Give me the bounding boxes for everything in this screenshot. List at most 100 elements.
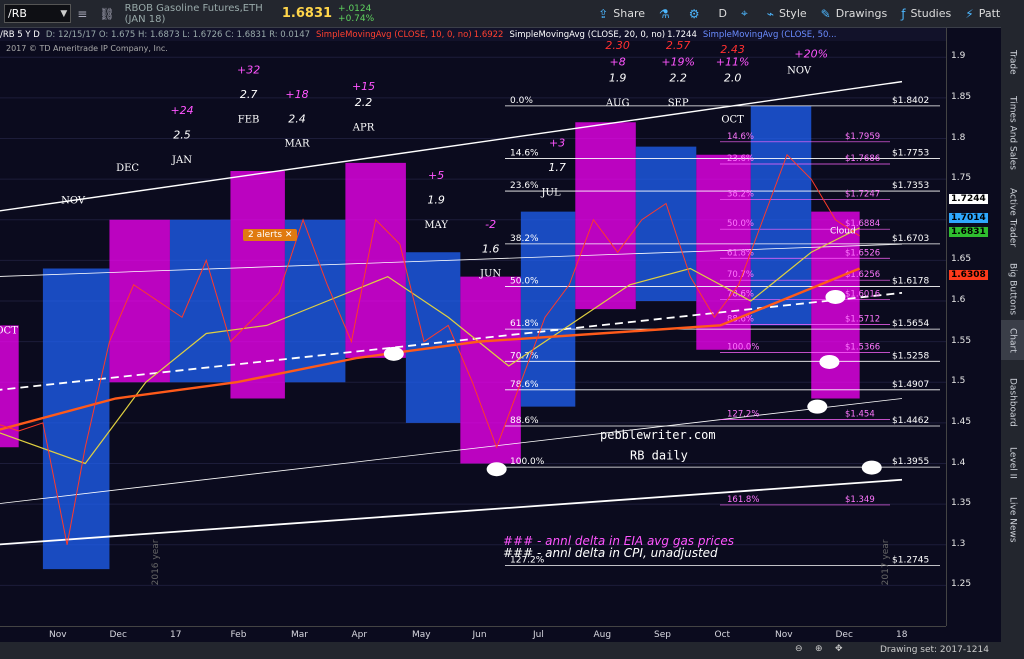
pan-icon[interactable]: ✥ bbox=[835, 644, 843, 654]
tab-level-ii[interactable]: Level II bbox=[1001, 440, 1024, 485]
x-tick-label: Aug bbox=[593, 630, 612, 640]
fib-small-price: $1.5366 bbox=[845, 343, 880, 353]
month-label: SEP bbox=[668, 98, 689, 109]
flask-button[interactable]: ⚗ bbox=[659, 7, 675, 21]
month-label: NOV bbox=[61, 196, 86, 207]
month-label: MAY bbox=[424, 220, 448, 231]
tab-times-and-sales[interactable]: Times And Sales bbox=[1001, 90, 1024, 175]
x-tick-label: Apr bbox=[351, 630, 368, 640]
y-tick-label: 1.65 bbox=[951, 254, 972, 265]
zoom-in-icon[interactable]: ⊕ bbox=[815, 644, 823, 654]
x-tick-label: Jun bbox=[472, 630, 487, 640]
fib-small-pct: 88.6% bbox=[727, 314, 754, 324]
fib-price-label: $1.7753 bbox=[892, 149, 929, 159]
tab-live-news[interactable]: Live News bbox=[1001, 490, 1024, 550]
status-bar: ⊖ ⊕ ✥ Drawing set: 2017-1214 bbox=[0, 642, 1001, 659]
period-button[interactable]: D bbox=[719, 7, 727, 20]
cpi-label: 2.7 bbox=[240, 88, 258, 101]
change-pct: +0.74% bbox=[338, 13, 375, 24]
style-icon: ⌁ bbox=[766, 6, 775, 21]
gas-delta-label: +15 bbox=[352, 80, 375, 93]
share-button[interactable]: ⇪ Share bbox=[598, 7, 645, 21]
fib-price-label: $1.6178 bbox=[892, 277, 929, 287]
drawings-button[interactable]: ✎ Drawings bbox=[821, 7, 888, 21]
fib-pct-label: 50.0% bbox=[510, 277, 539, 287]
month-label: JUN bbox=[479, 269, 501, 280]
fib-price-label: $1.6703 bbox=[892, 234, 929, 244]
gas-delta-label: -2 bbox=[485, 218, 496, 231]
y-tick-label: 1.85 bbox=[951, 91, 972, 102]
ohlc-readout: D: 12/15/17 O: 1.675 H: 1.6873 L: 1.6726… bbox=[45, 29, 311, 40]
gas-delta-label: +18 bbox=[285, 88, 308, 101]
drawing-set-label[interactable]: Drawing set: 2017-1214 bbox=[880, 645, 989, 655]
tab-big-buttons[interactable]: Big Buttons bbox=[1001, 262, 1024, 317]
zoom-out-icon[interactable]: ⊖ bbox=[795, 644, 803, 654]
fib-small-pct: 14.6% bbox=[727, 132, 754, 142]
fib-pct-label: 100.0% bbox=[510, 457, 545, 467]
x-tick-label: Feb bbox=[230, 630, 247, 640]
watermark-text: pebblewriter.com bbox=[600, 428, 716, 442]
marker-dot bbox=[383, 346, 404, 361]
gear-button[interactable]: ⚙ bbox=[689, 7, 705, 21]
gas-delta-label: +11% bbox=[716, 55, 750, 68]
gas-delta-label: +32 bbox=[237, 64, 260, 77]
tab-dashboard[interactable]: Dashboard bbox=[1001, 370, 1024, 435]
price-badge: 1.7244 bbox=[949, 193, 988, 204]
marker-dot bbox=[819, 354, 840, 369]
fib-small-price: $1.6016 bbox=[845, 290, 880, 300]
fib-small-pct: 127.2% bbox=[727, 410, 759, 420]
tab-active-trader[interactable]: Active Trader bbox=[1001, 180, 1024, 255]
marker-dot bbox=[807, 399, 828, 414]
price-axis[interactable]: 1.251.31.351.41.451.51.551.61.651.71.751… bbox=[946, 28, 1002, 626]
top-toolbar: /RB ▼ ≡ ⛓ RBOB Gasoline Futures,ETH (JAN… bbox=[0, 0, 1024, 28]
fib-price-label: $1.4907 bbox=[892, 380, 929, 390]
fib-price-label: $1.2745 bbox=[892, 555, 929, 565]
gas-delta-label: +5 bbox=[428, 169, 444, 182]
sma20-value: 1.7244 bbox=[667, 29, 697, 40]
marker-dot bbox=[486, 462, 507, 477]
fib-small-price: $1.7959 bbox=[845, 132, 880, 142]
tab-trade[interactable]: Trade bbox=[1001, 40, 1024, 85]
gas-price-label: 2.531 bbox=[796, 41, 828, 44]
x-tick-label: 17 bbox=[170, 630, 182, 640]
time-axis[interactable]: Nov Dec 17 Feb Mar Apr May Jun Jul Aug Sep Oct Nov De… bbox=[0, 626, 946, 643]
fib-pct-label: 38.2% bbox=[510, 234, 539, 244]
share-icon: ⇪ bbox=[598, 6, 609, 21]
month-label: JAN bbox=[171, 155, 192, 166]
fib-small-price: $1.349 bbox=[845, 495, 875, 505]
studies-button[interactable]: ƒ Studies bbox=[901, 7, 951, 21]
chevron-down-icon[interactable]: ▼ bbox=[60, 9, 67, 19]
fib-small-pct: 38.2% bbox=[727, 190, 754, 200]
menu-icon[interactable]: ≡ bbox=[77, 7, 87, 21]
patterns-icon: ⚡ bbox=[965, 6, 974, 21]
price-chart[interactable]: 0.0% $1.8402 14.6% $1.7753 23.6% $1.7353 38.2%… bbox=[0, 41, 946, 626]
change-value: +.0124 bbox=[338, 3, 372, 14]
cpi-label: 1.6 bbox=[482, 242, 500, 255]
fib-pct-label: 61.8% bbox=[510, 319, 539, 329]
month-box bbox=[169, 219, 231, 383]
fib-small-price: $1.5712 bbox=[845, 314, 880, 324]
tab-chart[interactable]: Chart bbox=[1001, 320, 1024, 360]
alerts-badge[interactable]: 2 alerts ✕ bbox=[243, 229, 298, 241]
fib-price-label: $1.7353 bbox=[892, 181, 929, 191]
chart-title: RB daily bbox=[630, 448, 688, 462]
gas-price-label: 2.43 bbox=[720, 43, 745, 56]
studies-icon: ƒ bbox=[901, 6, 906, 21]
chart-svg[interactable]: 0.0% $1.8402 14.6% $1.7753 23.6% $1.7353 38.2%… bbox=[0, 41, 946, 626]
month-label: FEB bbox=[238, 114, 260, 125]
x-tick-label: Nov bbox=[49, 630, 67, 640]
fib-small-price: $1.7247 bbox=[845, 190, 880, 200]
marker-dot bbox=[825, 289, 846, 304]
y-tick-label: 1.4 bbox=[951, 457, 966, 468]
chart-period[interactable]: /RB 5 Y D bbox=[0, 30, 40, 40]
style-button[interactable]: ⌁ Style bbox=[767, 7, 807, 21]
crosshair-button[interactable]: ⌖ bbox=[741, 6, 753, 21]
link-icon[interactable]: ⛓ bbox=[99, 7, 114, 21]
month-box bbox=[575, 122, 636, 310]
cpi-label: 2.2 bbox=[355, 96, 373, 109]
fib-price-label: $1.8402 bbox=[892, 96, 929, 106]
cpi-label: 2.0 bbox=[724, 72, 742, 85]
symbol-input[interactable]: /RB ▼ bbox=[4, 4, 72, 23]
month-label: APR bbox=[352, 122, 375, 133]
month-label: AUG bbox=[605, 98, 630, 109]
